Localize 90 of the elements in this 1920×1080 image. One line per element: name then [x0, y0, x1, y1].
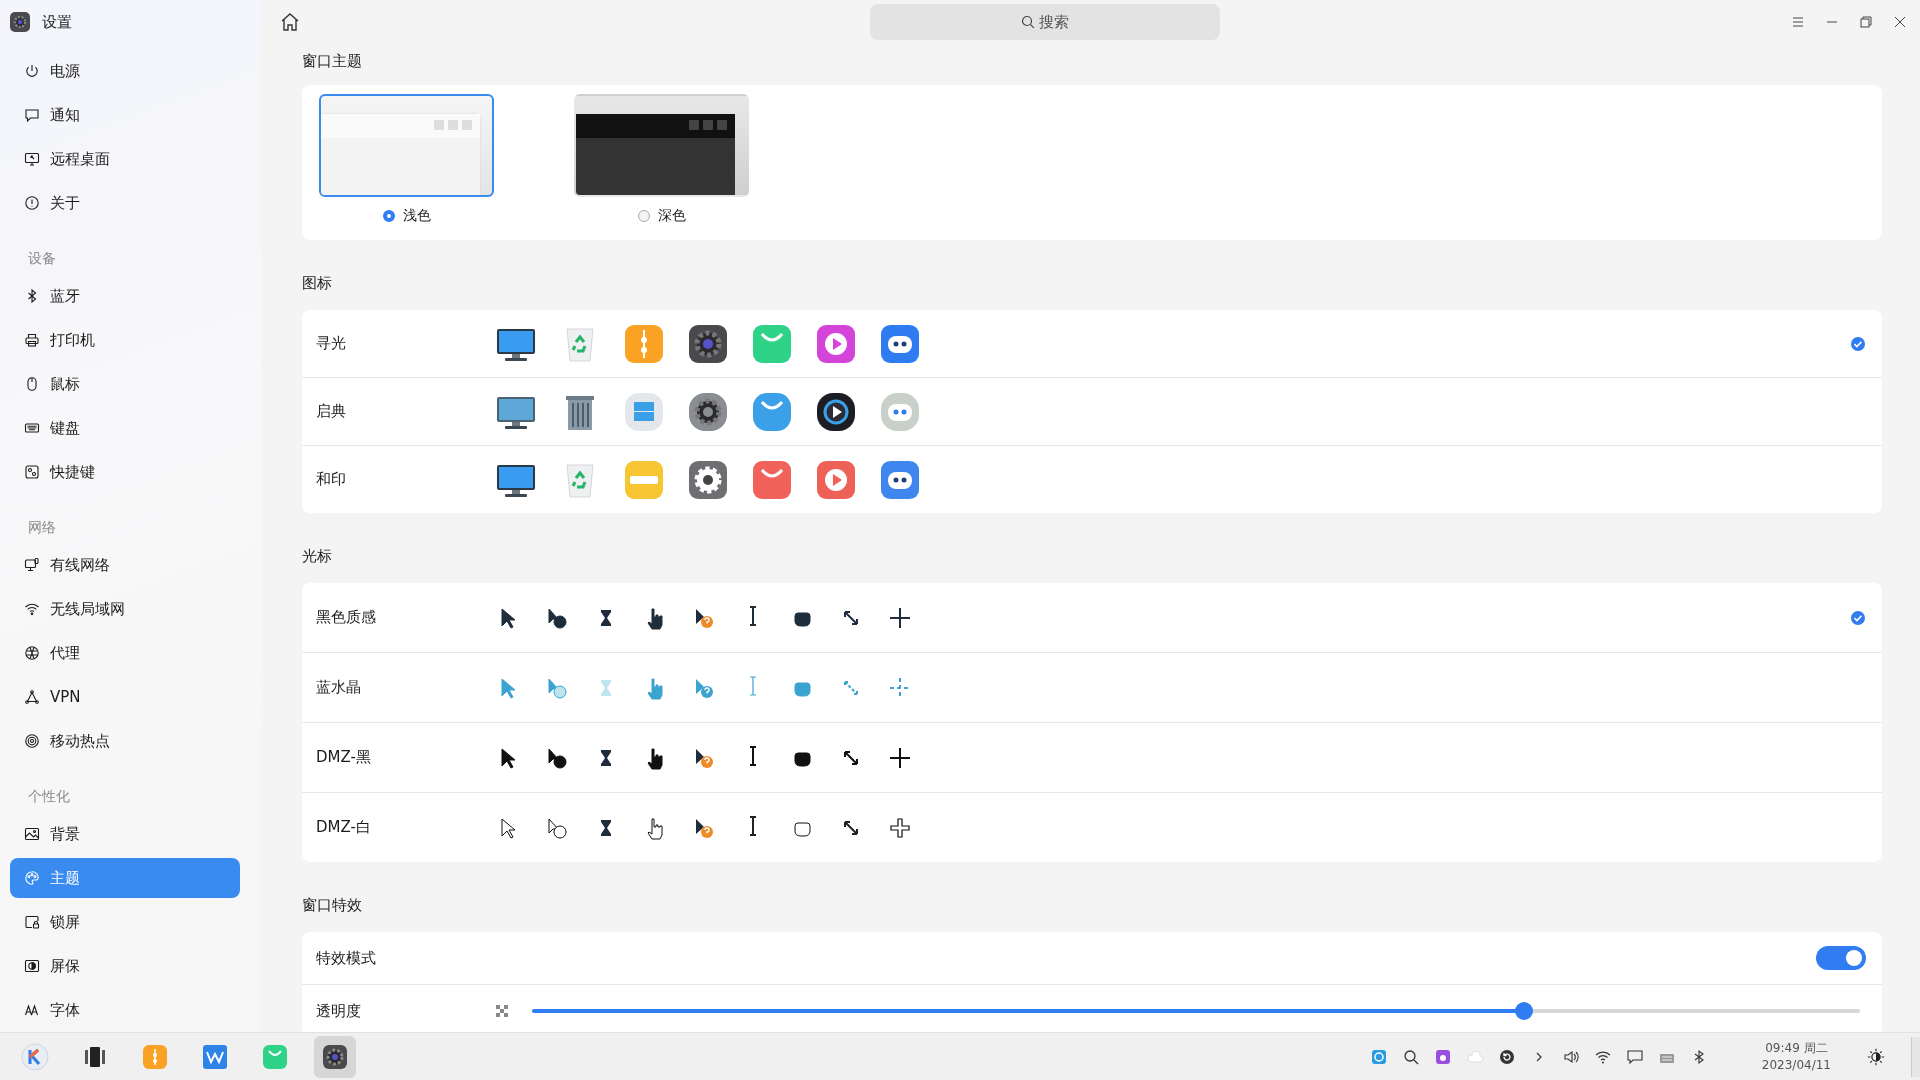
- info-icon: [24, 195, 40, 211]
- lock-screen-icon: [24, 914, 40, 930]
- theme-name[interactable]: 蓝水晶: [316, 678, 494, 697]
- setting-label: 特效模式: [316, 948, 377, 968]
- clock-date: 2023/04/11: [1761, 1056, 1831, 1074]
- sidebar-item[interactable]: 背景: [10, 814, 240, 854]
- sidebar-item[interactable]: 有线网络: [10, 545, 240, 585]
- slider-track[interactable]: [532, 1002, 1860, 1020]
- taskbar-app-button[interactable]: [314, 1035, 356, 1078]
- sidebar-item[interactable]: VPN: [10, 677, 240, 717]
- assistant-icon[interactable]: [1369, 1047, 1388, 1066]
- search-placeholder: 搜索: [1039, 12, 1069, 32]
- radio-button[interactable]: [382, 210, 395, 222]
- sidebar-item[interactable]: 代理: [10, 633, 240, 673]
- wired-network-icon: [24, 557, 40, 573]
- globe-icon: [24, 645, 40, 661]
- sidebar-item[interactable]: 蓝牙: [10, 276, 240, 316]
- theme-name[interactable]: 黑色质感: [316, 608, 494, 627]
- text-cursor-icon: [749, 745, 757, 766]
- chat-icon[interactable]: [1625, 1047, 1644, 1066]
- keyboard-icon: [24, 420, 40, 436]
- theme-name[interactable]: DMZ-黑: [316, 748, 494, 767]
- sidebar-item[interactable]: 通知: [10, 95, 240, 135]
- document-app-icon: [201, 1042, 229, 1071]
- home-icon[interactable]: [279, 11, 301, 33]
- sidebar-item[interactable]: 电源: [10, 51, 240, 91]
- palette-icon: [24, 870, 40, 886]
- sidebar-item[interactable]: 屏保: [10, 946, 240, 986]
- search-icon: [1021, 15, 1035, 29]
- theme-name[interactable]: 寻光: [316, 334, 494, 353]
- picture-icon: [24, 826, 40, 842]
- theme-name[interactable]: 和印: [316, 470, 494, 489]
- network-triangle-icon: [24, 689, 40, 705]
- search-icon[interactable]: [1401, 1047, 1420, 1066]
- gear-icon: [321, 1042, 349, 1071]
- section-title: 光标: [302, 546, 333, 567]
- theme-radio-option[interactable]: 浅色: [382, 207, 431, 225]
- text-cursor-icon: [749, 605, 757, 626]
- crosshair-icon: [888, 745, 912, 770]
- refresh-icon[interactable]: [1497, 1047, 1516, 1066]
- power-icon: [24, 63, 40, 79]
- sidebar-item[interactable]: 移动热点: [10, 721, 240, 761]
- theme-name[interactable]: DMZ-白: [316, 818, 494, 837]
- radio-button[interactable]: [637, 210, 650, 222]
- screensaver-icon: [24, 958, 40, 974]
- sidebar-item[interactable]: 关于: [10, 183, 240, 223]
- text-cursor-icon: [749, 815, 757, 836]
- text-cursor-icon: [749, 675, 757, 696]
- sidebar-item[interactable]: 键盘: [10, 408, 240, 448]
- section-header: 网络: [27, 518, 57, 537]
- gear-logo-icon: [10, 12, 30, 32]
- mouse-icon: [24, 376, 40, 392]
- sidebar-item[interactable]: 无线局域网: [10, 589, 240, 629]
- sidebar-item[interactable]: 远程桌面: [10, 139, 240, 179]
- close-icon[interactable]: [1892, 14, 1908, 30]
- section-title: 窗口特效: [302, 895, 363, 916]
- section-title: 图标: [302, 273, 333, 294]
- restore-icon[interactable]: [1858, 14, 1874, 30]
- launcher-icon: [21, 1042, 49, 1071]
- font-icon: [24, 1002, 40, 1018]
- theme-name[interactable]: 启典: [316, 402, 494, 421]
- printer-icon: [24, 332, 40, 348]
- section-header: 个性化: [27, 787, 71, 806]
- menu-icon[interactable]: [1790, 14, 1806, 30]
- monitor-icon: [24, 151, 40, 167]
- section-header: 设备: [27, 249, 57, 268]
- slider-thumb[interactable]: [1514, 1002, 1533, 1020]
- speech-bubble-icon: [24, 107, 40, 123]
- theme-radio-option[interactable]: 深色: [637, 207, 686, 225]
- section-title: 窗口主题: [302, 51, 363, 72]
- sidebar-item[interactable]: 打印机: [10, 320, 240, 360]
- crosshair-icon: [888, 815, 912, 840]
- shopping-bag-icon: [261, 1042, 289, 1071]
- theme-preview[interactable]: [574, 94, 749, 197]
- checkerboard-icon: [494, 1003, 510, 1019]
- sidebar-item[interactable]: 字体: [10, 990, 240, 1030]
- clock-time: 09:49 周二: [1765, 1039, 1828, 1057]
- hotspot-icon: [24, 733, 40, 749]
- shortcut-icon: [24, 464, 40, 480]
- camera-icon[interactable]: [1433, 1047, 1452, 1066]
- sidebar-item[interactable]: 鼠标: [10, 364, 240, 404]
- app-title: 设置: [42, 12, 72, 32]
- sidebar-item[interactable]: 快捷键: [10, 452, 240, 492]
- theme-toggle-icon[interactable]: [1867, 1047, 1885, 1066]
- crosshair-icon: [888, 605, 912, 630]
- wifi-icon: [24, 601, 40, 617]
- search-field[interactable]: 搜索: [870, 4, 1220, 40]
- toggle-switch[interactable]: [1816, 946, 1866, 970]
- sidebar-item[interactable]: 锁屏: [10, 902, 240, 942]
- setting-label: 透明度: [316, 1001, 362, 1021]
